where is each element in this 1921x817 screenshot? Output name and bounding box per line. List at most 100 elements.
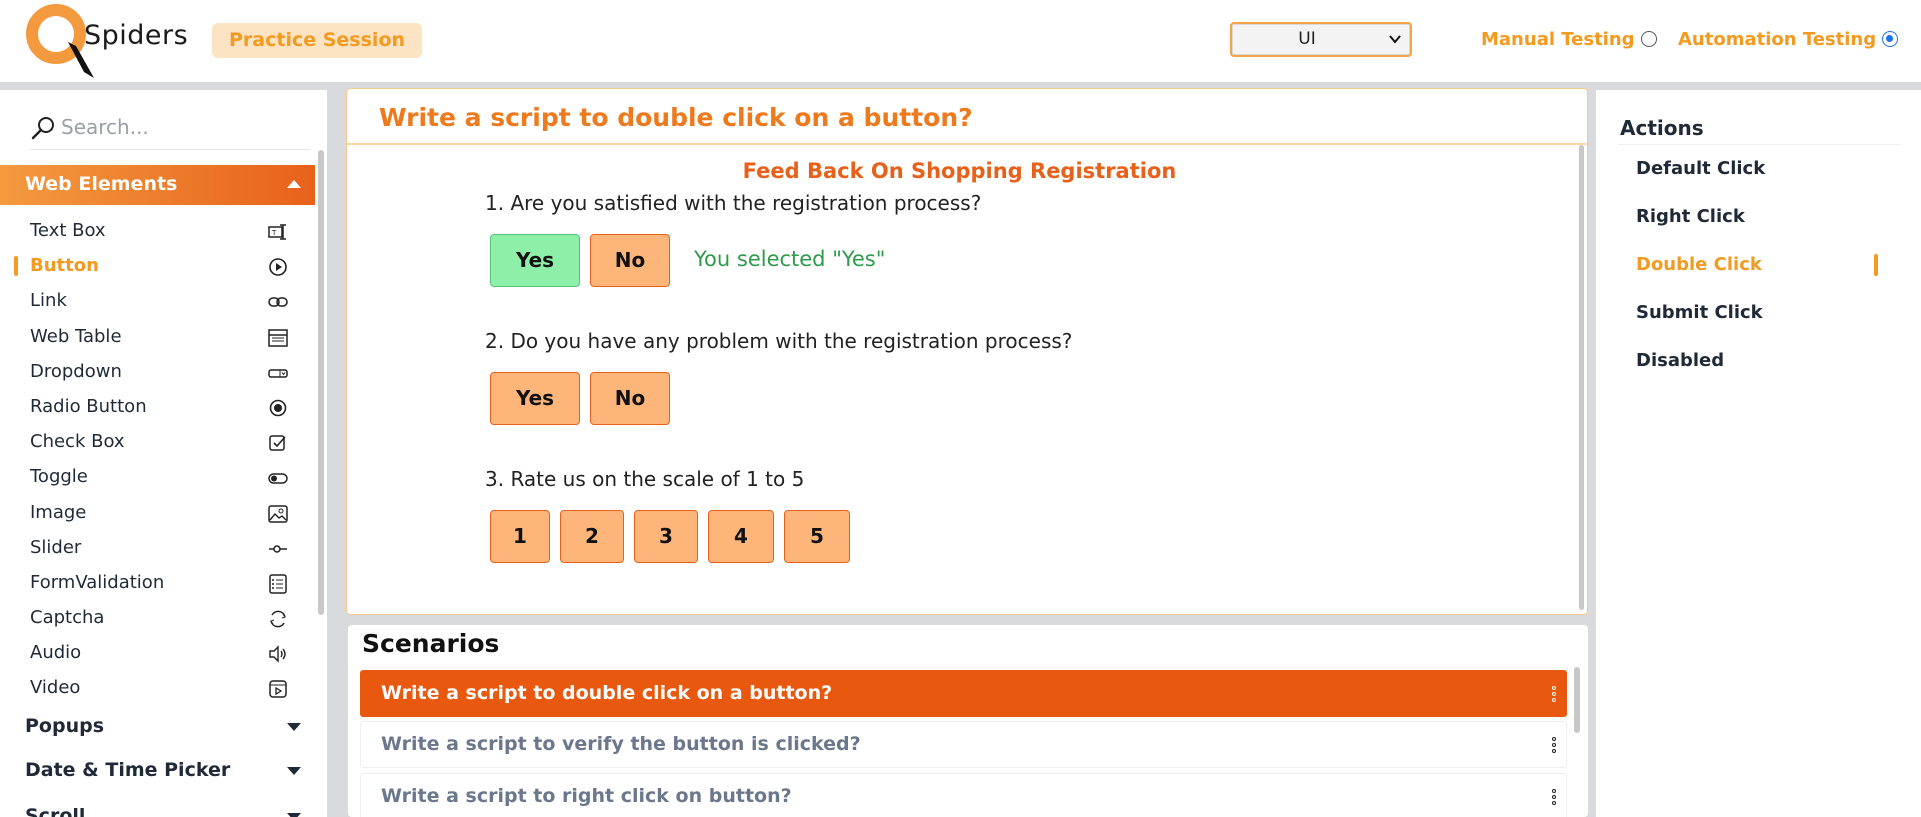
top-bar: Spiders Practice Session UI Manual Testi… xyxy=(0,0,1921,82)
q2-yes-button[interactable]: Yes xyxy=(490,372,580,425)
search-icon xyxy=(31,117,54,140)
scenario-item[interactable]: Write a script to double click on a butt… xyxy=(360,670,1567,717)
sidebar-item-label: Text Box xyxy=(30,220,106,241)
sidebar-item-label: FormValidation xyxy=(30,571,165,593)
sidebar-item-video[interactable]: Video xyxy=(0,671,315,706)
search-box[interactable]: Search... xyxy=(30,110,310,150)
automation-testing-option[interactable]: Automation Testing xyxy=(1678,28,1899,52)
scenario-item[interactable]: Write a script to right click on button? xyxy=(360,773,1567,817)
main-scrollbar[interactable] xyxy=(1579,145,1584,610)
rating-2-button[interactable]: 2 xyxy=(560,510,624,563)
captcha-icon xyxy=(270,610,286,628)
sidebar-item-label: Captcha xyxy=(30,607,105,629)
checkbox-icon xyxy=(269,435,286,451)
play-circle-icon xyxy=(269,258,287,276)
divider xyxy=(1618,144,1901,145)
sidebar-item-label: Radio Button xyxy=(30,395,147,417)
scenarios-title: Scenarios xyxy=(362,629,500,658)
practice-session-badge[interactable]: Practice Session xyxy=(212,23,423,58)
automation-testing-radio[interactable] xyxy=(1882,31,1899,47)
sidebar-item-label: Audio xyxy=(30,642,82,664)
sidebar-item-text-box[interactable]: Text Box T xyxy=(0,214,315,249)
manual-testing-label: Manual Testing xyxy=(1481,29,1635,50)
sidebar-item-label: Video xyxy=(30,677,81,699)
section-popups[interactable]: Popups xyxy=(0,707,315,747)
sidebar-item-label: Toggle xyxy=(30,466,88,488)
rating-1-button[interactable]: 1 xyxy=(490,510,550,563)
sidebar-item-form-validation[interactable]: FormValidation xyxy=(0,566,315,601)
scenario-text: Write a script to double click on a butt… xyxy=(381,682,833,704)
audio-icon xyxy=(269,645,286,663)
link-icon xyxy=(268,297,288,308)
scenario-text: Write a script to verify the button is c… xyxy=(381,733,861,755)
logo-text: Spiders xyxy=(84,20,189,51)
section-scroll[interactable]: Scroll xyxy=(0,797,315,817)
sidebar-item-label: Dropdown xyxy=(30,360,122,382)
sidebar-item-radio-button[interactable]: Radio Button xyxy=(0,390,315,425)
action-disabled[interactable]: Disabled xyxy=(1636,350,1724,371)
sidebar-item-audio[interactable]: Audio xyxy=(0,636,315,671)
section-date-time-picker[interactable]: Date & Time Picker xyxy=(0,751,315,791)
action-double-click[interactable]: Double Click xyxy=(1636,254,1762,275)
chevron-down-icon xyxy=(1389,35,1401,44)
main-title-bar: Write a script to double click on a butt… xyxy=(347,89,1587,145)
scenario-text: Write a script to right click on button? xyxy=(381,785,792,807)
section-date-time-picker-label: Date & Time Picker xyxy=(25,759,231,781)
rating-3-button[interactable]: 3 xyxy=(634,510,698,563)
dropdown-icon xyxy=(268,369,288,378)
actions-title: Actions xyxy=(1620,116,1704,140)
search-input[interactable]: Search... xyxy=(61,115,149,139)
scenario-item[interactable]: Write a script to verify the button is c… xyxy=(360,721,1567,768)
rating-4-button[interactable]: 4 xyxy=(708,510,774,563)
q2-no-button[interactable]: No xyxy=(590,372,670,425)
dropdown-value: UI xyxy=(1298,29,1316,49)
question-1: 1. Are you satisfied with the registrati… xyxy=(485,191,982,215)
sidebar-scrollbar[interactable] xyxy=(318,150,324,615)
toggle-icon xyxy=(268,473,288,485)
sidebar-item-link[interactable]: Link xyxy=(0,284,315,319)
caret-up-icon xyxy=(287,180,301,188)
caret-down-icon xyxy=(287,813,301,817)
sidebar-item-check-box[interactable]: Check Box xyxy=(0,425,315,460)
section-scroll-label: Scroll xyxy=(25,805,86,817)
sidebar-item-label: Web Table xyxy=(30,325,122,347)
web-elements-list: Text Box T Button Link Web Table Dropdow… xyxy=(0,214,315,707)
action-right-click[interactable]: Right Click xyxy=(1636,206,1745,227)
sidebar-item-label: Button xyxy=(30,255,99,277)
automation-testing-label: Automation Testing xyxy=(1678,29,1877,50)
q1-yes-button[interactable]: Yes xyxy=(490,234,580,287)
section-web-elements-label: Web Elements xyxy=(25,173,178,195)
page-title: Write a script to double click on a butt… xyxy=(379,103,973,132)
action-default-click[interactable]: Default Click xyxy=(1636,158,1765,179)
section-web-elements[interactable]: Web Elements xyxy=(0,165,315,205)
sidebar-item-captcha[interactable]: Captcha xyxy=(0,601,315,636)
sidebar-item-label: Check Box xyxy=(30,431,125,453)
more-options-icon[interactable] xyxy=(1552,788,1556,806)
sidebar-item-image[interactable]: Image xyxy=(0,496,315,531)
selection-message: You selected "Yes" xyxy=(694,247,886,271)
sidebar-item-toggle[interactable]: Toggle xyxy=(0,460,315,495)
sidebar-item-dropdown[interactable]: Dropdown xyxy=(0,355,315,390)
rating-5-button[interactable]: 5 xyxy=(784,510,850,563)
table-icon xyxy=(268,328,288,347)
manual-testing-option[interactable]: Manual Testing xyxy=(1481,28,1657,52)
active-indicator xyxy=(14,256,18,277)
textbox-icon: T xyxy=(268,224,286,240)
manual-testing-radio[interactable] xyxy=(1640,31,1657,47)
active-indicator xyxy=(1874,254,1878,276)
question-2: 2. Do you have any problem with the regi… xyxy=(485,329,1073,353)
sidebar-item-slider[interactable]: Slider xyxy=(0,531,315,566)
sidebar-item-web-table[interactable]: Web Table xyxy=(0,320,315,355)
sidebar-item-button[interactable]: Button xyxy=(0,249,315,284)
more-options-icon[interactable] xyxy=(1552,736,1556,754)
form-title: Feed Back On Shopping Registration xyxy=(742,159,1177,183)
more-options-icon[interactable] xyxy=(1552,685,1556,703)
sidebar-item-label: Image xyxy=(30,501,87,523)
logo[interactable]: Spiders xyxy=(24,0,188,82)
section-popups-label: Popups xyxy=(25,715,105,737)
action-submit-click[interactable]: Submit Click xyxy=(1636,302,1763,323)
scenarios-panel: Scenarios Write a script to double click… xyxy=(348,625,1588,817)
category-dropdown[interactable]: UI xyxy=(1230,22,1412,57)
q1-no-button[interactable]: No xyxy=(590,234,670,287)
scenarios-scrollbar[interactable] xyxy=(1574,667,1580,733)
